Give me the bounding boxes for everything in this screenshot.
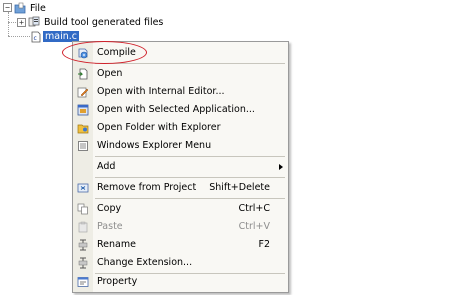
menu-separator xyxy=(95,63,285,64)
menu-item-label: Copy xyxy=(97,203,122,214)
menu-item-label: Add xyxy=(97,161,116,172)
internal-editor-icon xyxy=(77,87,89,98)
tree-guide-line xyxy=(8,36,30,37)
folder-icon xyxy=(14,2,26,14)
menu-item-shortcut: F2 xyxy=(258,239,270,250)
menu-item-shortcut: Ctrl+C xyxy=(238,203,271,214)
copy-icon xyxy=(77,203,88,215)
tree-build-files-label[interactable]: Build tool generated files xyxy=(44,17,163,28)
rename-icon xyxy=(78,239,88,251)
menu-item-open-folder-explorer[interactable]: Open Folder with Explorer xyxy=(73,119,288,137)
menu-item-open-internal-editor[interactable]: Open with Internal Editor... xyxy=(73,83,288,101)
menu-item-open-selected-application[interactable]: Open with Selected Application... xyxy=(73,101,288,119)
menu-separator xyxy=(95,198,285,199)
menu-separator xyxy=(95,156,285,157)
folder-explorer-icon xyxy=(77,124,89,134)
menu-item-add[interactable]: Add xyxy=(73,158,288,176)
menu-item-label: Open with Internal Editor... xyxy=(97,86,225,97)
tree-root-label[interactable]: File xyxy=(30,3,46,14)
menu-item-remove-from-project[interactable]: Remove from Project Shift+Delete xyxy=(73,179,288,197)
menu-item-paste[interactable]: Paste Ctrl+V xyxy=(73,218,288,236)
property-icon xyxy=(77,277,89,287)
remove-icon xyxy=(77,183,89,193)
menu-item-shortcut: Ctrl+V xyxy=(238,221,270,232)
menu-item-label: Windows Explorer Menu xyxy=(97,140,212,151)
menu-item-shortcut: Shift+Delete xyxy=(209,182,270,193)
menu-separator xyxy=(95,177,285,178)
svg-text:c: c xyxy=(34,35,37,42)
menu-item-windows-explorer-menu[interactable]: Windows Explorer Menu xyxy=(73,137,288,155)
menu-item-change-extension[interactable]: Change Extension... xyxy=(73,254,288,272)
collapse-toggle[interactable]: − xyxy=(3,3,12,12)
tree-guide-line xyxy=(8,12,9,36)
menu-item-label: Change Extension... xyxy=(97,257,193,268)
paste-icon xyxy=(78,221,88,233)
explorer-menu-icon xyxy=(78,141,88,151)
submenu-arrow-icon xyxy=(279,164,283,170)
menu-item-property[interactable]: Property xyxy=(73,273,288,291)
open-icon xyxy=(78,68,88,80)
menu-item-label: Property xyxy=(97,276,138,287)
menu-item-label: Remove from Project xyxy=(97,182,197,193)
change-extension-icon xyxy=(78,257,88,269)
menu-item-open[interactable]: Open xyxy=(73,65,288,83)
build-files-icon xyxy=(28,16,40,27)
c-file-icon: c xyxy=(31,31,41,43)
menu-item-label: Open Folder with Explorer xyxy=(97,122,221,133)
menu-item-copy[interactable]: Copy Ctrl+C xyxy=(73,200,288,218)
menu-item-label: Open with Selected Application... xyxy=(97,104,255,115)
highlight-ellipse xyxy=(62,41,147,64)
menu-item-label: Paste xyxy=(97,221,123,232)
menu-item-label: Open xyxy=(97,68,123,79)
menu-item-rename[interactable]: Rename F2 xyxy=(73,236,288,254)
context-menu: Compile Open Open with Internal Editor..… xyxy=(72,41,289,293)
menu-item-label: Rename xyxy=(97,239,136,250)
expand-toggle[interactable]: + xyxy=(17,18,26,27)
selected-application-icon xyxy=(77,104,89,116)
